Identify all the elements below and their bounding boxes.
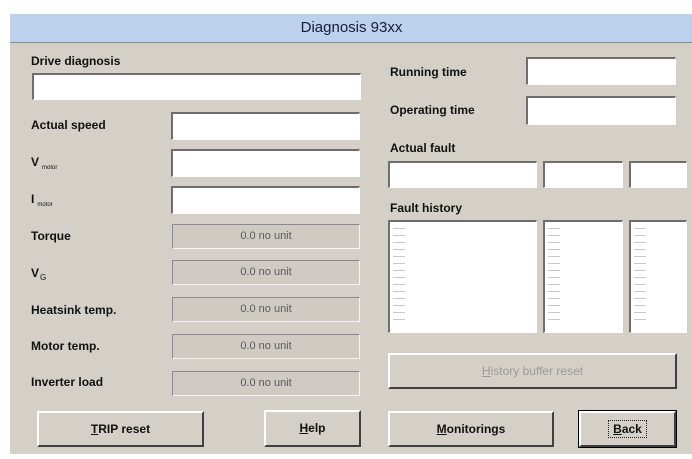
v-motor-field[interactable] [171,149,360,177]
diagnosis-window: Diagnosis 93xx Drive diagnosis Actual sp… [9,13,692,454]
motor-temp-label: Motor temp. [31,339,100,353]
actual-fault-label: Actual fault [390,141,456,155]
torque-label: Torque [31,229,71,243]
trip-reset-button[interactable]: TRIP reset [37,411,204,447]
actual-fault-field-3[interactable] [629,161,687,188]
fault-history-list-2[interactable] [543,220,623,333]
i-motor-field[interactable] [171,186,360,214]
fault-history-label: Fault history [390,201,463,215]
i-motor-label: Imotor [31,192,53,209]
monitorings-button[interactable]: Monitorings [388,411,554,447]
running-time-label: Running time [390,65,467,79]
drive-diagnosis-field[interactable] [32,73,361,100]
fault-history-list[interactable] [388,220,537,333]
vg-label: VG [31,266,47,283]
operating-time-label: Operating time [390,103,475,117]
operating-time-field[interactable] [526,96,676,125]
inverter-load-value: 0.0 no unit [172,371,360,396]
vg-value: 0.0 no unit [172,260,360,285]
fault-history-list-3[interactable] [629,220,687,333]
drive-diagnosis-label: Drive diagnosis [31,54,121,68]
inverter-load-label: Inverter load [31,375,104,389]
window-title: Diagnosis 93xx [10,14,692,43]
actual-speed-label: Actual speed [31,118,106,132]
v-motor-label: Vmotor [31,155,58,172]
actual-fault-field-2[interactable] [543,161,623,188]
running-time-field[interactable] [526,57,676,85]
motor-temp-value: 0.0 no unit [172,334,360,359]
heatsink-temp-label: Heatsink temp. [31,303,117,317]
back-button-focus: Back [608,420,647,438]
torque-value: 0.0 no unit [172,224,360,249]
history-buffer-reset-button[interactable]: History buffer reset [388,353,677,389]
back-button[interactable]: Back [578,410,677,448]
help-button[interactable]: Help [264,410,361,447]
actual-fault-field[interactable] [388,161,537,188]
actual-speed-field[interactable] [171,112,360,140]
heatsink-temp-value: 0.0 no unit [172,297,360,322]
